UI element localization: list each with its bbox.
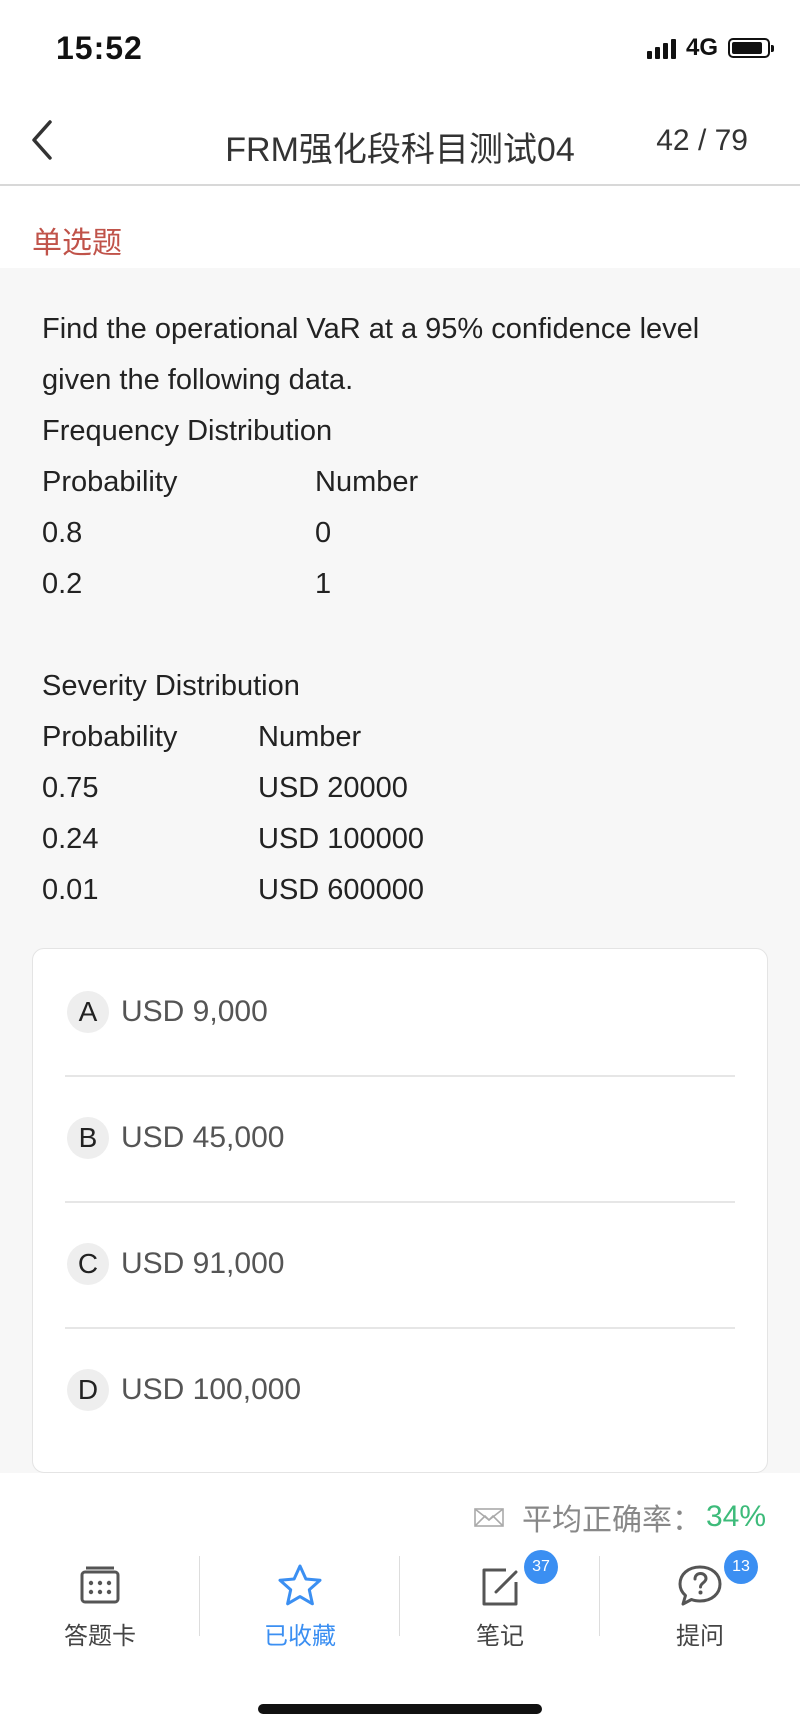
nav-bar: FRM强化段科目测试04 42 / 79 [0,100,800,186]
note-edit-icon [482,1568,518,1606]
question-type-label: 单选题 [32,227,122,260]
severity-title: Severity Distribution [42,670,300,702]
frequency-header-probability: Probability [42,466,178,498]
frequency-title: Frequency Distribution [42,415,333,447]
severity-amount: USD 20000 [258,772,408,804]
severity-probability: 0.24 [42,823,99,855]
question-counter: 42 / 79 [656,124,748,157]
option-b[interactable]: B USD 45,000 [65,1075,735,1203]
notes-button[interactable]: 37 笔记 [400,1550,600,1660]
option-letter: D [67,1369,109,1411]
question-bubble-icon [678,1565,722,1606]
option-c[interactable]: C USD 91,000 [65,1201,735,1329]
frequency-row: 0.2 1 [42,559,762,610]
frequency-number: 1 [315,568,332,600]
frequency-number: 0 [315,517,332,549]
options-card: A USD 9,000 B USD 45,000 C USD 91,000 D … [32,948,768,1473]
question-type-bar: 单选题 [0,186,800,268]
average-accuracy: 平均正确率： 34% [474,1495,766,1539]
frequency-header-row: Probability Number [42,457,762,508]
severity-header-row: Probability Number [42,712,762,763]
option-text: USD 100,000 [121,1373,302,1406]
questions-count-badge: 13 [724,1550,758,1584]
question-text-line: given the following data. [42,364,354,396]
status-time: 15:52 [56,30,143,66]
option-d[interactable]: D USD 100,000 [65,1327,735,1453]
option-letter: C [67,1243,109,1285]
question-stem: Find the operational VaR at a 95% confid… [42,304,762,916]
network-type: 4G [685,34,718,61]
ask-question-button[interactable]: 13 提问 [600,1550,800,1660]
toolbar-label: 答题卡 [64,1623,136,1650]
option-text: USD 91,000 [121,1247,285,1280]
severity-header-probability: Probability [42,721,178,753]
option-letter: B [67,1117,109,1159]
severity-row: 0.75 USD 20000 [42,763,762,814]
severity-header-number: Number [258,721,362,753]
accuracy-value: 34% [705,1500,766,1533]
envelope-icon [474,1508,504,1527]
severity-probability: 0.75 [42,772,99,804]
bottom-toolbar: 答题卡 已收藏 37 笔记 13 提问 [0,1540,800,1660]
home-indicator[interactable] [258,1704,542,1714]
battery-icon [728,38,774,58]
frequency-probability: 0.8 [42,517,83,549]
star-icon [278,1564,322,1606]
toolbar-label: 笔记 [476,1623,524,1650]
option-letter: A [67,991,109,1033]
option-text: USD 45,000 [121,1121,285,1154]
question-area: Find the operational VaR at a 95% confid… [0,268,800,1473]
option-text: USD 9,000 [121,995,268,1028]
signal-icon [646,37,676,59]
accuracy-label: 平均正确率： [521,1504,702,1537]
severity-row: 0.24 USD 100000 [42,814,762,865]
frequency-row: 0.8 0 [42,508,762,559]
severity-row: 0.01 USD 600000 [42,865,762,916]
status-indicators: 4G [646,34,774,62]
question-text-line: Find the operational VaR at a 95% confid… [42,313,700,345]
status-bar: 15:52 4G [0,0,800,100]
answer-sheet-icon [80,1566,120,1604]
frequency-probability: 0.2 [42,568,83,600]
severity-amount: USD 600000 [258,874,425,906]
favorite-button[interactable]: 已收藏 [200,1550,400,1660]
severity-probability: 0.01 [42,874,99,906]
frequency-header-number: Number [315,466,419,498]
notes-count-badge: 37 [524,1550,558,1584]
toolbar-label: 提问 [676,1623,724,1650]
option-a[interactable]: A USD 9,000 [65,949,735,1077]
toolbar-label: 已收藏 [264,1623,336,1650]
severity-amount: USD 100000 [258,823,425,855]
answer-sheet-button[interactable]: 答题卡 [0,1550,200,1660]
